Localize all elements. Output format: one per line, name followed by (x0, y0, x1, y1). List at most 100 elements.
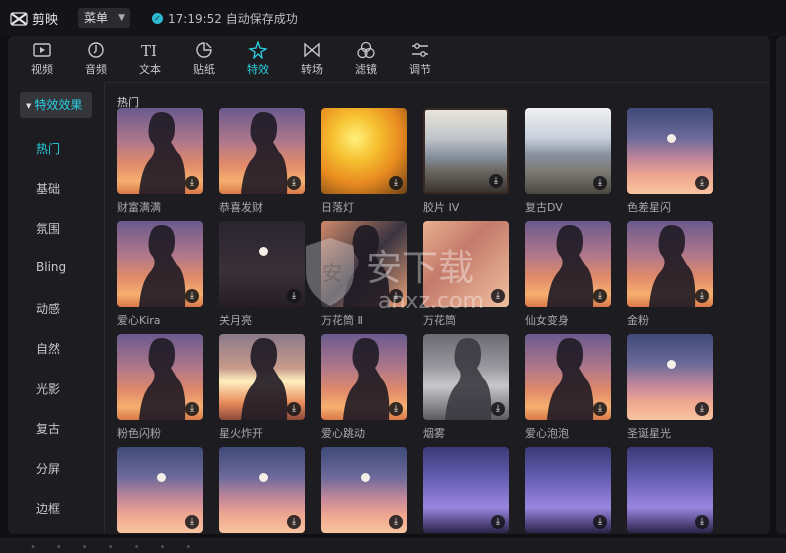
download-icon[interactable]: ⤓ (593, 515, 607, 529)
download-icon[interactable]: ⤓ (389, 402, 403, 416)
effect-card[interactable]: ⤓ 胶片 IV (423, 108, 509, 215)
effect-card[interactable]: ⤓ (423, 447, 509, 534)
effect-thumbnail[interactable]: ⤓ (627, 447, 713, 533)
sidebar-item-border[interactable]: 边框 (36, 500, 60, 517)
download-icon[interactable]: ⤓ (185, 515, 199, 529)
effect-card[interactable]: ⤓ 爱心泡泡 (525, 334, 611, 441)
effect-card[interactable]: ⤓ 万花筒 (423, 221, 509, 328)
download-icon[interactable]: ⤓ (695, 402, 709, 416)
effect-thumbnail[interactable]: ⤓ (627, 334, 713, 420)
sidebar-item-split[interactable]: 分屏 (36, 460, 60, 477)
download-icon[interactable]: ⤓ (389, 289, 403, 303)
sidebar-header[interactable]: ▼ 特效效果 (20, 92, 92, 118)
effect-card[interactable]: ⤓ (219, 447, 305, 534)
effect-card[interactable]: ⤓ 万花筒 Ⅱ (321, 221, 407, 328)
download-icon[interactable]: ⤓ (287, 402, 301, 416)
effect-thumbnail[interactable]: ⤓ (117, 447, 203, 533)
download-icon[interactable]: ⤓ (491, 289, 505, 303)
download-icon[interactable]: ⤓ (287, 289, 301, 303)
download-icon[interactable]: ⤓ (593, 402, 607, 416)
tab-transition[interactable]: 转场 (288, 36, 336, 82)
tab-effects[interactable]: 特效 (234, 36, 282, 82)
effect-card[interactable]: ⤓ 日落灯 (321, 108, 407, 215)
effect-thumbnail[interactable]: ⤓ (219, 108, 305, 194)
tab-label: 调节 (409, 63, 431, 76)
app-logo: 剪映 (10, 9, 58, 28)
sidebar-item-nature[interactable]: 自然 (36, 340, 60, 357)
effect-thumbnail[interactable]: ⤓ (117, 221, 203, 307)
sidebar-item-hot[interactable]: 热门 (36, 140, 60, 157)
download-icon[interactable]: ⤓ (287, 515, 301, 529)
effect-thumbnail[interactable]: ⤓ (525, 334, 611, 420)
effect-thumbnail[interactable]: ⤓ (627, 221, 713, 307)
effect-card[interactable]: ⤓ (525, 447, 611, 534)
effect-card[interactable]: ⤓ 烟雾 (423, 334, 509, 441)
download-icon[interactable]: ⤓ (185, 402, 199, 416)
effect-thumbnail[interactable]: ⤓ (525, 221, 611, 307)
capcut-logo-icon (10, 11, 28, 26)
effect-thumbnail[interactable]: ⤓ (117, 334, 203, 420)
effect-card[interactable]: ⤓ (117, 447, 203, 534)
sidebar-item-basic[interactable]: 基础 (36, 180, 60, 197)
effect-thumbnail[interactable]: ⤓ (321, 334, 407, 420)
effect-thumbnail[interactable]: ⤓ (525, 447, 611, 533)
download-icon[interactable]: ⤓ (489, 174, 503, 188)
effect-card[interactable]: ⤓ 色差星闪 (627, 108, 713, 215)
download-icon[interactable]: ⤓ (695, 515, 709, 529)
effect-card[interactable]: ⤓ 爱心跳动 (321, 334, 407, 441)
effect-card[interactable]: ⤓ 仙女变身 (525, 221, 611, 328)
download-icon[interactable]: ⤓ (389, 176, 403, 190)
effect-thumbnail[interactable]: ⤓ (525, 108, 611, 194)
effect-thumbnail[interactable]: ⤓ (321, 108, 407, 194)
download-icon[interactable]: ⤓ (491, 402, 505, 416)
effect-thumbnail[interactable]: ⤓ (321, 221, 407, 307)
effect-card[interactable]: ⤓ 金粉 (627, 221, 713, 328)
effect-thumbnail[interactable]: ⤓ (627, 108, 713, 194)
download-icon[interactable]: ⤓ (287, 176, 301, 190)
download-icon[interactable]: ⤓ (593, 176, 607, 190)
menu-button[interactable]: 菜单 ▼ (78, 8, 130, 28)
download-icon[interactable]: ⤓ (695, 289, 709, 303)
effect-card[interactable]: ⤓ 爱心Kira (117, 221, 203, 328)
download-icon[interactable]: ⤓ (389, 515, 403, 529)
effect-thumbnail[interactable]: ⤓ (117, 108, 203, 194)
effect-thumbnail[interactable]: ⤓ (423, 447, 509, 533)
sidebar-item-dynamic[interactable]: 动感 (36, 300, 60, 317)
tab-adjust[interactable]: 调节 (396, 36, 444, 82)
effect-card[interactable]: ⤓ 粉色闪粉 (117, 334, 203, 441)
media-panel: 视频 音频 TI 文本 贴纸 特效 转场 滤镜 调节 ▼ 特效效果 热门 基础 … (8, 36, 770, 534)
download-icon[interactable]: ⤓ (491, 515, 505, 529)
sidebar-item-atmosphere[interactable]: 氛围 (36, 220, 60, 237)
effect-card[interactable]: ⤓ 复古DV (525, 108, 611, 215)
effect-name: 烟雾 (423, 427, 445, 440)
effect-thumbnail[interactable]: ⤓ (219, 334, 305, 420)
download-icon[interactable]: ⤓ (185, 289, 199, 303)
effect-card[interactable]: ⤓ 星火炸开 (219, 334, 305, 441)
effect-card[interactable]: ⤓ 财富满满 (117, 108, 203, 215)
download-icon[interactable]: ⤓ (593, 289, 607, 303)
sidebar-item-retro[interactable]: 复古 (36, 420, 60, 437)
effect-thumbnail[interactable]: ⤓ (321, 447, 407, 533)
effect-thumbnail[interactable]: ⤓ (423, 221, 509, 307)
effect-card[interactable]: ⤓ (627, 447, 713, 534)
tab-audio[interactable]: 音频 (72, 36, 120, 82)
effect-card[interactable]: ⤓ (321, 447, 407, 534)
effect-card[interactable]: ⤓ 圣诞星光 (627, 334, 713, 441)
effect-card[interactable]: ⤓ 关月亮 (219, 221, 305, 328)
effect-thumbnail[interactable]: ⤓ (219, 221, 305, 307)
effect-name: 关月亮 (219, 314, 252, 327)
sidebar-item-light[interactable]: 光影 (36, 380, 60, 397)
download-icon[interactable]: ⤓ (695, 176, 709, 190)
tab-text[interactable]: TI 文本 (126, 36, 174, 82)
tab-label: 特效 (247, 63, 269, 76)
effect-thumbnail[interactable]: ⤓ (219, 447, 305, 533)
adjust-icon (412, 43, 428, 57)
tab-sticker[interactable]: 贴纸 (180, 36, 228, 82)
tab-video[interactable]: 视频 (18, 36, 66, 82)
effect-thumbnail[interactable]: ⤓ (423, 108, 509, 194)
sidebar-item-bling[interactable]: Bling (36, 260, 66, 274)
tab-filter[interactable]: 滤镜 (342, 36, 390, 82)
effect-thumbnail[interactable]: ⤓ (423, 334, 509, 420)
effect-card[interactable]: ⤓ 恭喜发财 (219, 108, 305, 215)
download-icon[interactable]: ⤓ (185, 176, 199, 190)
